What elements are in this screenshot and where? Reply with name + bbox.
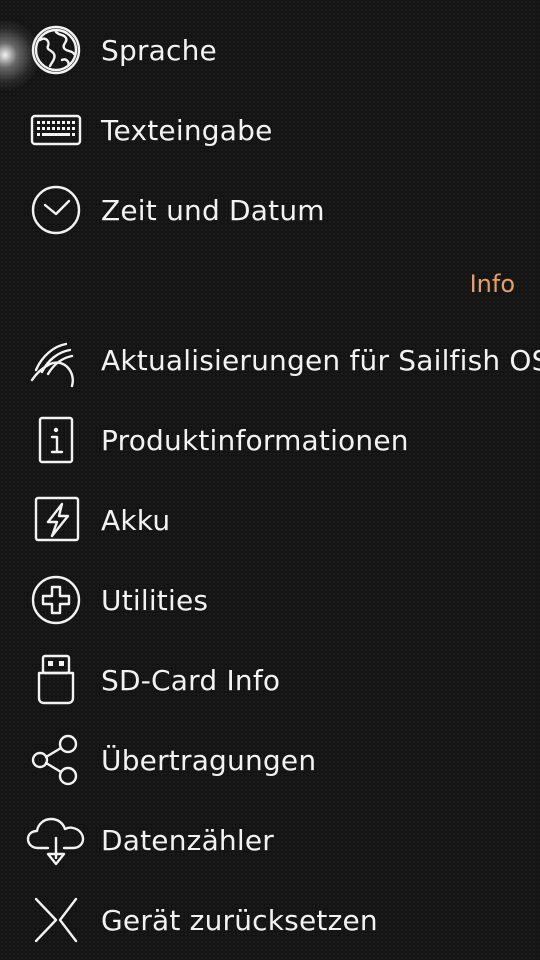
section-header-info: Info [469, 270, 515, 298]
sd-card-icon [26, 650, 86, 710]
settings-item-produktinformationen[interactable]: Produktinformationen [0, 400, 540, 480]
settings-item-akku[interactable]: Akku [0, 480, 540, 560]
settings-item-zeit-und-datum[interactable]: Zeit und Datum [0, 170, 540, 250]
settings-item-label: Datenzähler [101, 823, 274, 857]
settings-item-uebertragungen[interactable]: Übertragungen [0, 720, 540, 800]
settings-item-geraet-zuruecksetzen[interactable]: Gerät zurücksetzen [0, 880, 540, 960]
reset-icon [26, 890, 86, 950]
settings-item-texteingabe[interactable]: Texteingabe [0, 90, 540, 170]
battery-bolt-icon [26, 490, 86, 550]
settings-item-utilities[interactable]: Utilities [0, 560, 540, 640]
settings-item-datenzaehler[interactable]: Datenzähler [0, 800, 540, 880]
info-icon [26, 410, 86, 470]
globe-icon [26, 20, 86, 80]
settings-item-label: Texteingabe [101, 113, 273, 147]
settings-item-label: Übertragungen [101, 743, 317, 777]
clock-icon [26, 180, 86, 240]
settings-item-label: Utilities [101, 583, 209, 617]
settings-item-label: Zeit und Datum [101, 193, 325, 227]
sailfish-update-icon [26, 330, 86, 390]
share-icon [26, 730, 86, 790]
settings-item-label: Produktinformationen [101, 423, 409, 457]
settings-item-label: SD-Card Info [101, 663, 281, 697]
settings-item-label: Sprache [101, 33, 217, 67]
keyboard-icon [26, 100, 86, 160]
settings-item-label: Gerät zurücksetzen [101, 903, 378, 937]
cloud-download-icon [26, 810, 86, 870]
settings-item-aktualisierungen[interactable]: Aktualisierungen für Sailfish OS [0, 320, 540, 400]
settings-item-sd-card-info[interactable]: SD-Card Info [0, 640, 540, 720]
utilities-plus-icon [26, 570, 86, 630]
settings-screen: Sprache Texteingabe Zeit und Datum Info … [0, 0, 540, 960]
settings-item-label: Akku [101, 503, 171, 537]
settings-item-label: Aktualisierungen für Sailfish OS [101, 343, 540, 377]
settings-item-sprache[interactable]: Sprache [0, 10, 540, 90]
